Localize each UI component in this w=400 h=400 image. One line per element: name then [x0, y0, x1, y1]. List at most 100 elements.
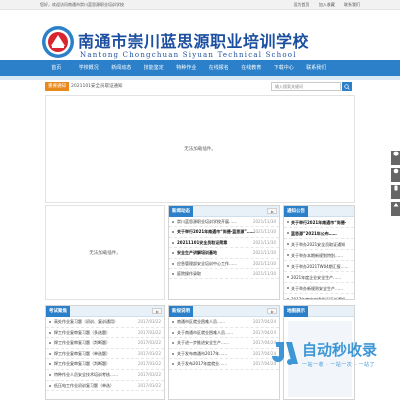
list-item-title[interactable]: 焊工作业复审复习题（判断题）: [54, 338, 110, 349]
list-item[interactable]: 低压电工作业初训复习题（单选） 2017/03/22: [46, 381, 164, 392]
bullet-icon: [172, 352, 174, 355]
list-item-title[interactable]: 高处作业复习题（初训、复训通用）: [54, 317, 118, 328]
search-input[interactable]: 输入搜索关键词: [271, 82, 341, 91]
bullet-icon: [172, 221, 174, 223]
list-item-title[interactable]: 2017年度电工操作证培训通知: [291, 294, 345, 299]
chat-button[interactable]: [391, 151, 400, 165]
side-float-bar: [391, 148, 400, 216]
list-item[interactable]: 2021年度企业安全生产……: [284, 272, 354, 283]
list-item[interactable]: 20211101安全员取证简章 2021/11/30: [169, 238, 279, 249]
list-item[interactable]: 蓝思源”2021年公布……: [284, 228, 354, 239]
list-item-title[interactable]: 应急管理部安全培训中心工作……: [177, 259, 237, 269]
add-favorite-link[interactable]: 加入收藏: [319, 2, 335, 7]
list-item[interactable]: 关于发布2017年度就业…… 2017/04/24: [169, 359, 279, 370]
plugin-panel-left: 无法加载插件。: [45, 205, 165, 300]
plans-box-header: 新规说明: [169, 306, 279, 317]
list-item[interactable]: 焊工作业复审复习题（多选题） 2017/03/22: [46, 328, 164, 339]
arrow-up-icon: [393, 203, 398, 207]
qq-button[interactable]: [391, 168, 400, 182]
list-item[interactable]: 关于举行2021年南通市“尚德·蓝思源”…… 2021/11/30: [169, 227, 279, 238]
list-item-title[interactable]: 关于举行2021年南通市“尚德·: [291, 217, 346, 228]
list-item[interactable]: 关于举办2021安全员取证通知: [284, 239, 354, 250]
list-item[interactable]: 焊工作业复审复习题（单选题） 2017/03/22: [46, 349, 164, 360]
nav-item-home[interactable]: 首页: [40, 60, 73, 76]
list-item[interactable]: 崇川蓝思源职业培训学校开展…… 2021/11/30: [169, 217, 279, 228]
list-item-title[interactable]: 庭院操作录取: [177, 269, 201, 279]
list-item[interactable]: 焊工作业复审复习题（判断题） 2017/03/22: [46, 359, 164, 370]
list-item-title[interactable]: 关于发布2017年度就业……: [177, 359, 227, 370]
list-item-title[interactable]: 焊工作业复审复习题（单选题）: [54, 349, 110, 360]
list-item[interactable]: 安全生产讲解培训基地 2021/11/30: [169, 248, 279, 259]
list-item-title[interactable]: 关于举行2021年南通市“尚德·蓝思源”……: [177, 227, 255, 237]
list-item[interactable]: 关于举办本期新规划特别……: [284, 250, 354, 261]
bullet-icon: [287, 243, 289, 245]
list-item-title[interactable]: 低压电工作业初训复习题（单选）: [54, 381, 114, 392]
list-item-title[interactable]: 关于举办2021安全员取证通知: [291, 239, 345, 250]
list-item-title[interactable]: 焊工作业复审复习题（判断题）: [54, 359, 110, 370]
list-item[interactable]: 应急管理部安全培训中心工作…… 2021/11/30: [169, 259, 279, 269]
nav-item-online-education[interactable]: 在线教育: [235, 60, 268, 76]
notice-label: 重要通知: [45, 82, 69, 91]
nav-item-online-registration[interactable]: 在线报名: [203, 60, 236, 76]
watermark: 自动秒收录 一站一收 · 一站一次 · 一站了: [270, 336, 390, 376]
contact-us-link[interactable]: 联系我们: [344, 2, 360, 7]
nav-item-special-operations[interactable]: 特种作业: [170, 60, 203, 76]
list-item-title[interactable]: 关于举办本期新规划特别……: [291, 250, 343, 261]
search-button[interactable]: [342, 82, 352, 91]
list-item-title[interactable]: 关于进一步推进安全生产……: [177, 338, 229, 349]
list-item[interactable]: 关于进一步推进安全生产…… 2017/04/24: [169, 338, 279, 349]
back-to-top-button[interactable]: [391, 202, 400, 216]
nav-item-news[interactable]: 新闻动态: [105, 60, 138, 76]
watermark-text: 自动秒收录: [302, 341, 378, 359]
list-item[interactable]: 关于举办2021TW04期汇报……: [284, 261, 354, 272]
list-item[interactable]: 关于举行2021年南通市“尚德·: [284, 217, 354, 228]
list-item-title[interactable]: 安全生产讲解培训基地: [177, 248, 217, 258]
list-item[interactable]: 特种作业人员安全技术培训考核…… 2017/03/22: [46, 370, 164, 381]
news-box-title[interactable]: 新闻动态: [169, 206, 193, 217]
list-item-date: 2021/11/30: [252, 219, 276, 224]
list-item[interactable]: 高处作业复习题（初训、复训通用） 2017/03/22: [46, 317, 164, 328]
notice-bar: 重要通知 2021101安全员取证通知 输入搜索关键词: [45, 82, 355, 91]
notice-text[interactable]: 2021101安全员取证通知: [71, 82, 123, 91]
list-item[interactable]: 2017年度电工操作证培训通知: [284, 294, 354, 299]
list-item[interactable]: 关于南通市区就业困难人员…… 2017/04/24: [169, 328, 279, 339]
list-item-title[interactable]: 关于举办新规则安全生产……: [291, 283, 343, 294]
exam-box-title[interactable]: 考试聚焦: [46, 306, 70, 317]
list-item-title[interactable]: 蓝思源”2021年公布……: [291, 228, 337, 239]
nav-item-downloads[interactable]: 下载中心: [268, 60, 301, 76]
school-logo[interactable]: [40, 24, 76, 60]
watermark-logo-icon: [272, 342, 298, 365]
more-button[interactable]: [267, 208, 277, 214]
page: 您好，欢迎访问南通市崇川蓝思源职业培训学校 设为首页 加入收藏 联系我们 南通市…: [0, 0, 400, 400]
more-button[interactable]: [152, 308, 162, 314]
list-item[interactable]: 南通市区就业困难人员…… 2017/04/24: [169, 317, 279, 328]
list-item-title[interactable]: 关于举办2021TW04期汇报……: [291, 261, 349, 272]
list-item-title[interactable]: 焊工作业复审复习题（多选题）: [54, 328, 110, 339]
list-item[interactable]: 关于发布南通市2017年…… 2017/04/24: [169, 349, 279, 360]
nav-item-contact[interactable]: 联系我们: [300, 60, 333, 76]
phone-button[interactable]: [391, 185, 400, 199]
list-item[interactable]: 庭院操作录取 2021/11/30: [169, 269, 279, 280]
nav-item-about[interactable]: 学校概况: [73, 60, 106, 76]
list-item-title[interactable]: 2021年度企业安全生产……: [291, 272, 341, 283]
set-homepage-link[interactable]: 设为首页: [293, 2, 309, 7]
nav-item-skill-assessment[interactable]: 技能鉴定: [138, 60, 171, 76]
list-item-title[interactable]: 南通市区就业困难人员……: [177, 317, 225, 328]
announcement-list: 关于举行2021年南通市“尚德· 蓝思源”2021年公布…… 关于举办2021安全员…: [284, 217, 354, 299]
list-item-title[interactable]: 20211101安全员取证简章: [177, 238, 227, 248]
main-nav: 首页 学校概况 新闻动态 技能鉴定 特种作业 在线报名 在线教育 下载中心 联系…: [0, 60, 400, 76]
list-item-title[interactable]: 关于南通市区就业困难人员……: [177, 328, 233, 339]
arrow-right-icon: [271, 210, 274, 213]
more-button[interactable]: [267, 308, 277, 314]
news-box: 新闻动态 崇川蓝思源职业培训学校开展…… 2021/11/30 关于举行2021年南…: [168, 205, 280, 300]
list-item-title[interactable]: 特种作业人员安全技术培训考核……: [54, 370, 118, 381]
list-item-title[interactable]: 崇川蓝思源职业培训学校开展……: [177, 217, 237, 227]
list-item[interactable]: 焊工作业复审复习题（判断题） 2017/03/22: [46, 338, 164, 349]
list-item-title[interactable]: 关于发布南通市2017年……: [177, 349, 227, 360]
list-item-date: 2017/03/22: [137, 319, 161, 324]
list-item[interactable]: 关于举办新规则安全生产……: [284, 283, 354, 294]
map-box-title[interactable]: 地图展示: [284, 306, 308, 317]
plans-box-title[interactable]: 新规说明: [169, 306, 193, 317]
announcement-box-title[interactable]: 通知公告: [284, 206, 308, 217]
list-item-date: 2021/11/30: [252, 270, 276, 276]
